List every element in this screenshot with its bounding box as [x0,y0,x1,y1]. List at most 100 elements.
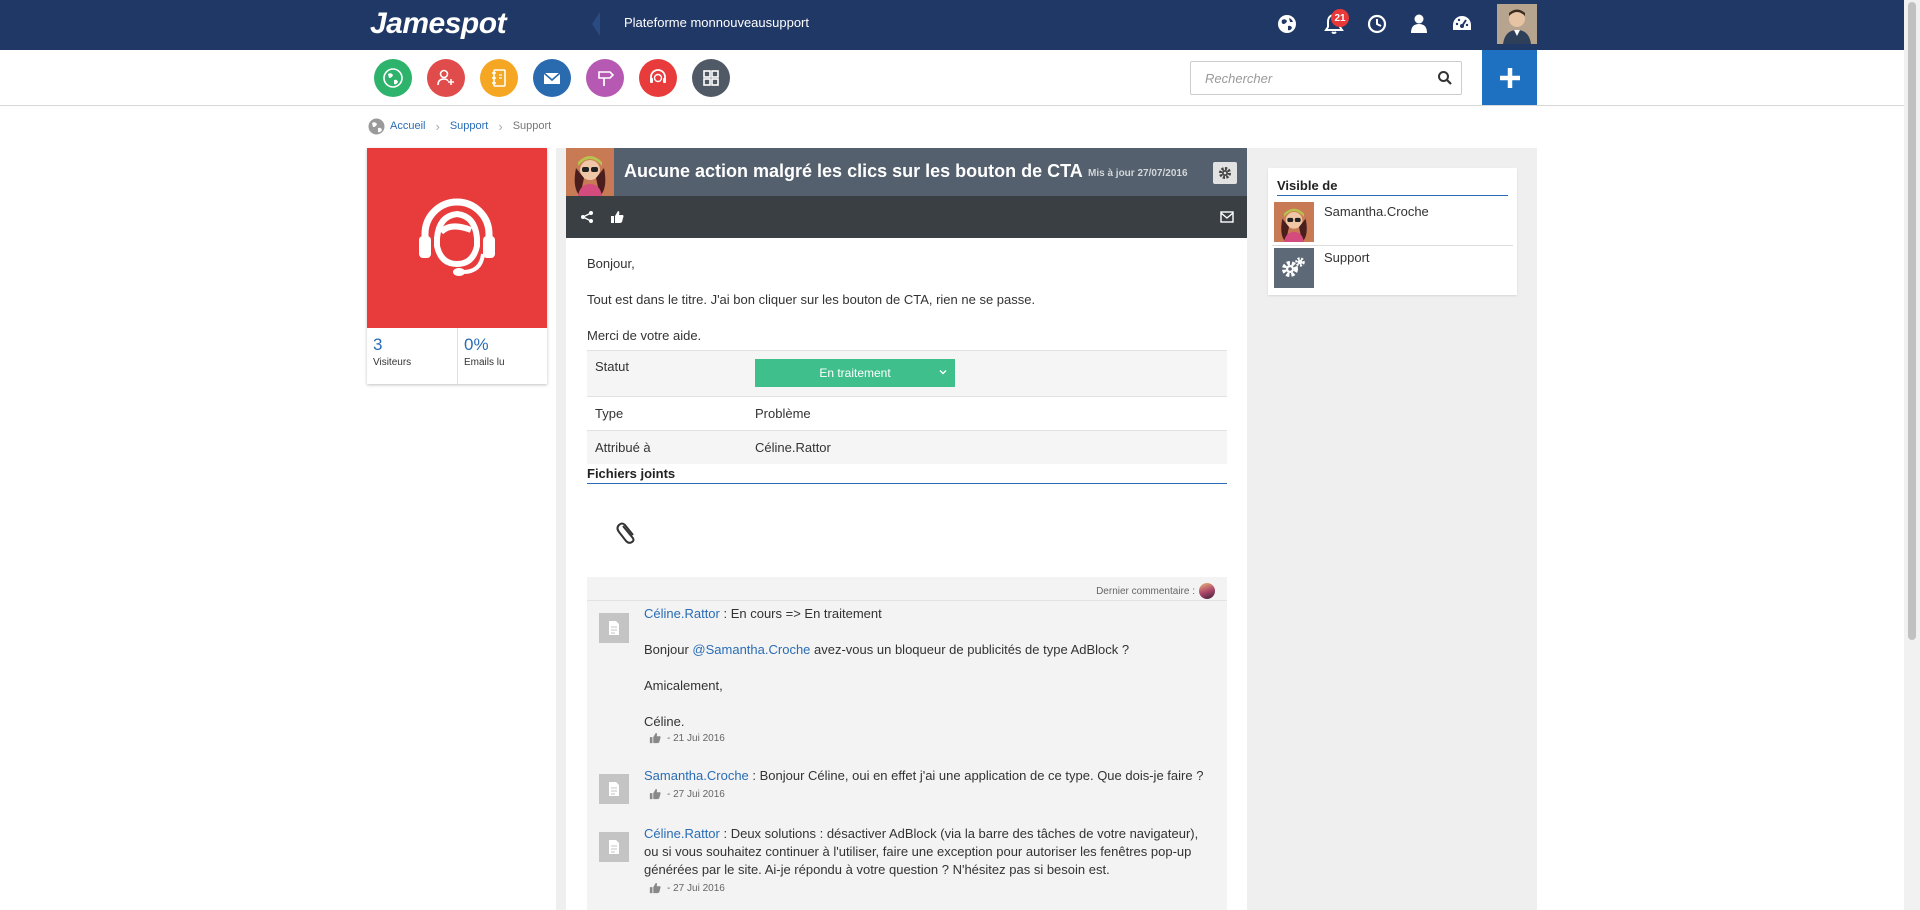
document-icon [609,621,619,635]
app-mail-button[interactable] [533,59,571,97]
thumbs-up-icon[interactable] [649,882,661,894]
attachments-title: Fichiers joints [587,466,1227,484]
share-icon [581,211,593,223]
type-row: Type Problème [587,396,1227,430]
user-add-icon [437,69,454,86]
comment-date: - 27 Jui 2016 [667,882,725,894]
visitors-stat: 3 Visiteurs [367,328,457,384]
app-contacts-button[interactable] [427,59,465,97]
user-icon[interactable] [1406,11,1432,37]
type-value: Problème [755,406,811,421]
author-avatar[interactable] [566,148,614,196]
comment-meta: - 27 Jui 2016 [649,882,725,894]
breadcrumb-home[interactable]: Accueil [390,120,425,132]
support-group-image[interactable] [367,148,547,328]
app-signpost-button[interactable] [586,59,624,97]
comment-line: Bonjour @Samantha.Croche avez-vous un bl… [644,641,1214,659]
assigned-value[interactable]: Céline.Rattor [755,440,831,455]
visibility-user-name[interactable]: Samantha.Croche [1324,204,1429,219]
emails-read-stat: 0% Emails lu [457,328,547,384]
breadcrumb-separator: › [498,118,503,134]
platform-divider [590,0,604,50]
breadcrumb-section[interactable]: Support [450,120,489,132]
notebook-icon [492,69,506,87]
comment-greeting: Bonjour [644,642,693,657]
visibility-group-name[interactable]: Support [1324,250,1370,265]
comment-date: - 21 Jui 2016 [667,732,725,744]
signpost-icon [598,71,615,86]
comment-type-icon [599,832,629,862]
jamespot-logo[interactable]: Jamespot [370,7,507,41]
share-button[interactable] [577,207,597,227]
thumbs-up-icon [611,211,624,223]
document-icon [609,782,619,796]
last-comment-info: Dernier commentaire : [1096,583,1215,599]
visibility-card: Visible de Samantha.Croche Support [1268,168,1517,295]
comment-question: avez-vous un bloqueur de publicités de t… [810,642,1130,657]
visibility-item[interactable]: Samantha.Croche [1272,200,1513,242]
ticket-settings-button[interactable] [1213,162,1237,184]
platform-name[interactable]: Plateforme monnouveausupport [624,15,809,30]
emails-read-value: 0% [464,335,489,354]
gears-icon [1282,257,1305,277]
clock-icon[interactable] [1364,11,1390,37]
app-notebook-button[interactable] [480,59,518,97]
globe-icon[interactable] [1274,11,1300,37]
ticket-title: Aucune action malgré les clics sur les b… [624,161,1083,181]
comment-author[interactable]: Céline.Rattor [644,606,720,621]
user-avatar[interactable] [1274,202,1314,242]
search-box [1190,61,1462,95]
status-label: Statut [595,359,629,374]
globe-icon [383,68,403,88]
visitors-count: 3 [373,335,383,354]
create-button[interactable] [1482,50,1537,105]
scrollbar-thumb[interactable] [1908,2,1916,640]
apps-bar [0,50,1904,106]
visibility-item[interactable]: Support [1272,245,1513,288]
group-avatar[interactable] [1274,248,1314,288]
thumbs-up-icon[interactable] [649,788,661,800]
assigned-row: Attribué à Céline.Rattor [587,430,1227,464]
group-stats: 3 Visiteurs 0% Emails lu [367,328,547,384]
dashboard-icon[interactable] [1449,11,1475,37]
gear-icon [1219,167,1231,179]
body-paragraph: Tout est dans le titre. J'ai bon cliquer… [587,292,1036,307]
ticket-toolbar [566,196,1247,238]
search-input[interactable] [1192,63,1422,93]
assigned-label: Attribué à [595,440,651,455]
visitors-label: Visiteurs [373,357,412,368]
status-row: Statut En traitement [587,350,1227,396]
app-support-button[interactable] [639,59,677,97]
comment-author[interactable]: Samantha.Croche [644,768,749,783]
headset-person-icon [419,198,495,276]
paperclip-icon[interactable] [616,518,640,544]
notification-badge: 21 [1331,9,1349,27]
app-globe-button[interactable] [374,59,412,97]
status-dropdown[interactable]: En traitement [755,359,955,387]
ticket-body: Bonjour, Tout est dans le titre. J'ai bo… [587,256,1227,364]
user-mention[interactable]: @Samantha.Croche [692,642,810,657]
support-ticket: Aucune action malgré les clics sur les b… [566,148,1247,910]
envelope-icon [1220,211,1234,223]
current-user-avatar[interactable] [1497,4,1537,44]
search-icon[interactable] [1437,70,1453,86]
comment-meta: - 27 Jui 2016 [649,788,725,800]
page-scrollbar[interactable] [1904,0,1920,910]
comment-meta: - 21 Jui 2016 [649,732,725,744]
thumbs-up-icon[interactable] [649,732,661,744]
last-commenter-avatar[interactable] [1199,583,1215,599]
comment-text: Céline.Rattor : Deux solutions : désacti… [644,825,1214,879]
comment-first-line: : En cours => En traitement [719,606,882,621]
comment-type-icon [599,774,629,804]
like-button[interactable] [607,207,627,227]
chevron-down-icon [939,370,947,375]
ticket-updated-date: Mis à jour 27/07/2016 [1088,168,1188,179]
email-ticket-button[interactable] [1217,207,1237,227]
document-icon [609,840,619,854]
last-comment-label: Dernier commentaire : [1096,585,1195,597]
ticket-header: Aucune action malgré les clics sur les b… [566,148,1247,196]
comment-author[interactable]: Céline.Rattor [644,826,720,841]
app-grid-button[interactable] [692,59,730,97]
comment-date: - 27 Jui 2016 [667,788,725,800]
emails-read-label: Emails lu [464,357,505,368]
